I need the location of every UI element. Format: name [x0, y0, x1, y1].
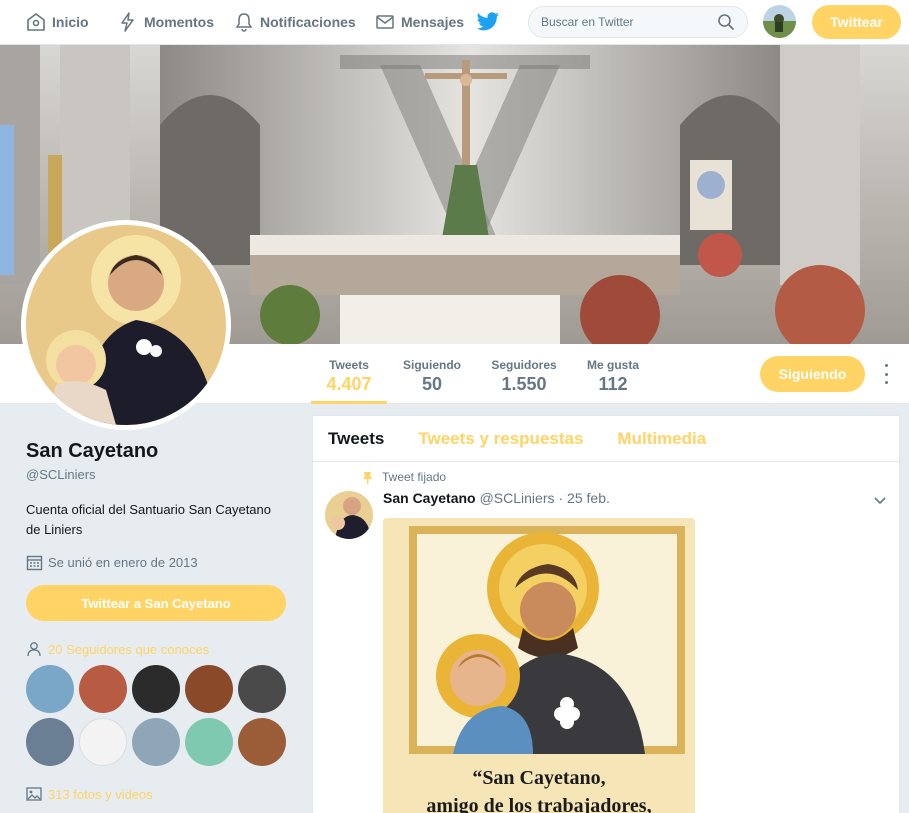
- stat-likes-label: Me gusta: [586, 358, 639, 372]
- person-icon: [27, 642, 41, 657]
- tweet-author-avatar-image: [325, 491, 373, 539]
- followers-you-know-text: 20 Seguidores que conoces: [48, 641, 210, 657]
- follower-avatar[interactable]: [132, 665, 180, 713]
- profile-sidebar: San Cayetano @SCLiniers Cuenta oficial d…: [26, 440, 286, 766]
- photos-videos-text: 313 fotos y videos: [48, 786, 153, 802]
- stat-tweets-label: Tweets: [329, 358, 369, 372]
- account-avatar-image: [763, 5, 796, 38]
- follower-avatar[interactable]: [26, 718, 74, 766]
- follower-avatar[interactable]: [79, 665, 127, 713]
- stat-followers-value: 1.550: [501, 374, 547, 394]
- calendar-icon: [26, 555, 43, 571]
- account-avatar[interactable]: [763, 5, 796, 38]
- stat-tweets-value: 4.407: [326, 374, 372, 394]
- follower-avatar[interactable]: [185, 718, 233, 766]
- nav-messages-label: Mensajes: [401, 14, 465, 30]
- profile-name[interactable]: San Cayetano: [26, 440, 286, 463]
- tweet-image[interactable]: “San Cayetano, amigo de los trabajadores…: [383, 518, 695, 813]
- tweet-date[interactable]: · 25 feb.: [559, 490, 610, 506]
- nav-home-label: Inicio: [52, 14, 89, 30]
- follower-avatar[interactable]: [238, 665, 286, 713]
- envelope-icon: [376, 15, 394, 29]
- top-navigation: Inicio Momentos Notificaciones Mensajes …: [0, 0, 909, 45]
- home-icon: [27, 13, 45, 31]
- tab-tweets-replies[interactable]: Tweets y respuestas: [418, 429, 583, 449]
- photos-videos-link[interactable]: 313 fotos y videos: [26, 786, 153, 802]
- tweet-header: San Cayetano @SCLiniers · 25 feb.: [383, 490, 610, 506]
- follower-avatar[interactable]: [238, 718, 286, 766]
- tweet-author-avatar[interactable]: [325, 491, 373, 539]
- lightning-icon: [121, 12, 134, 32]
- following-button[interactable]: Siguiendo: [760, 356, 865, 392]
- nav-notifications-label: Notificaciones: [260, 14, 356, 30]
- stat-following-value: 50: [421, 374, 443, 394]
- twitter-bird-icon[interactable]: [476, 11, 500, 33]
- follower-avatar[interactable]: [79, 718, 127, 766]
- follower-avatar[interactable]: [132, 718, 180, 766]
- stat-likes-value: 112: [598, 374, 628, 394]
- quote-line-2: amigo de los trabajadores,: [426, 795, 652, 813]
- stat-likes[interactable]: Me gusta 112: [580, 344, 646, 404]
- nav-moments[interactable]: Momentos: [118, 0, 214, 44]
- followers-grid: [26, 665, 286, 766]
- image-icon: [26, 787, 42, 801]
- tweet-author-handle[interactable]: @SCLiniers: [480, 490, 555, 506]
- followers-you-know[interactable]: 20 Seguidores que conoces: [26, 641, 286, 657]
- tab-media[interactable]: Multimedia: [617, 429, 706, 449]
- tweet-to-button[interactable]: Twittear a San Cayetano: [26, 585, 286, 621]
- profile-joined-text: Se unió en enero de 2013: [48, 555, 198, 570]
- stat-followers-label: Seguidores: [491, 358, 557, 372]
- tweet-author-name[interactable]: San Cayetano: [383, 490, 476, 506]
- more-icon[interactable]: [880, 364, 892, 384]
- search-box[interactable]: [528, 6, 748, 38]
- timeline: Tweets Tweets y respuestas Multimedia Tw…: [312, 415, 900, 813]
- profile-bio: Cuenta oficial del Santuario San Cayetan…: [26, 502, 271, 537]
- stat-followers[interactable]: Seguidores 1.550: [486, 344, 562, 404]
- stat-tweets[interactable]: Tweets 4.407: [311, 344, 387, 404]
- timeline-tabs: Tweets Tweets y respuestas Multimedia: [313, 416, 899, 462]
- search-icon[interactable]: [717, 13, 735, 31]
- follower-avatar[interactable]: [185, 665, 233, 713]
- tweet-image-quote: “San Cayetano, amigo de los trabajadores…: [383, 764, 695, 813]
- search-input[interactable]: [541, 15, 717, 29]
- profile-avatar[interactable]: [21, 220, 231, 430]
- chevron-down-icon[interactable]: [873, 493, 887, 507]
- pin-icon: [363, 471, 372, 484]
- nav-moments-label: Momentos: [144, 14, 214, 30]
- stat-following[interactable]: Siguiendo 50: [396, 344, 468, 404]
- tab-tweets[interactable]: Tweets: [328, 429, 384, 449]
- nav-messages[interactable]: Mensajes: [375, 0, 464, 44]
- compose-tweet-button[interactable]: Twittear: [812, 5, 901, 39]
- stat-following-label: Siguiendo: [403, 358, 461, 372]
- follower-avatar[interactable]: [26, 665, 74, 713]
- profile-handle[interactable]: @SCLiniers: [26, 467, 286, 482]
- nav-notifications[interactable]: Notificaciones: [234, 0, 356, 44]
- nav-home[interactable]: Inicio: [26, 0, 89, 44]
- profile-avatar-image: [26, 225, 226, 425]
- pinned-tweet-label: Tweet fijado: [361, 470, 446, 484]
- quote-line-1: “San Cayetano,: [472, 767, 606, 789]
- pinned-label-text: Tweet fijado: [382, 470, 447, 484]
- bell-icon: [235, 13, 253, 32]
- profile-joined: Se unió en enero de 2013: [26, 554, 286, 571]
